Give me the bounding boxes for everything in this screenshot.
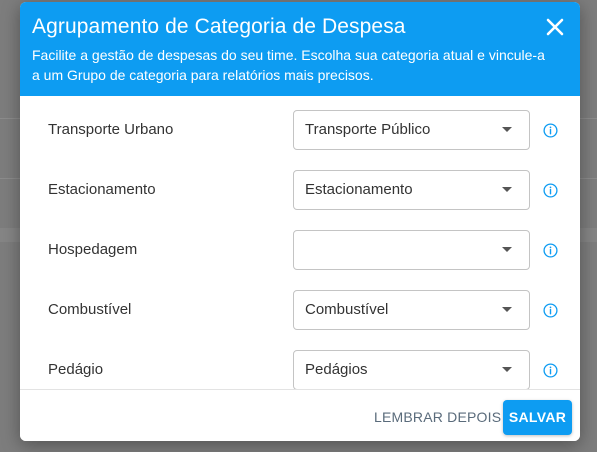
close-icon[interactable] [544,16,566,38]
category-row: Combustível Combustível [20,290,580,350]
select-value: Estacionamento [305,181,413,198]
chevron-down-icon [502,187,512,192]
modal-footer: LEMBRAR DEPOIS SALVAR [20,389,580,441]
save-button[interactable]: SALVAR [503,400,572,435]
info-icon[interactable] [543,363,558,378]
category-row: Transporte Urbano Transporte Público [20,110,580,170]
category-group-select[interactable] [293,230,530,270]
chevron-down-icon [502,307,512,312]
modal-subtitle: Facilite a gestão de despesas do seu tim… [32,47,545,83]
category-group-select[interactable]: Combustível [293,290,530,330]
select-value: Transporte Público [305,121,431,138]
category-row: Hospedagem [20,230,580,290]
chevron-down-icon [502,367,512,372]
category-group-select[interactable]: Pedágios [293,350,530,389]
category-label: Pedágio [48,361,104,378]
category-label: Estacionamento [48,181,156,198]
category-row: Estacionamento Estacionamento [20,170,580,230]
category-group-select[interactable]: Transporte Público [293,110,530,150]
info-icon[interactable] [543,303,558,318]
category-grouping-modal: Agrupamento de Categoria de Despesa Faci… [20,2,580,441]
info-icon[interactable] [543,243,558,258]
modal-title: Agrupamento de Categoria de Despesa [32,15,406,38]
category-group-select[interactable]: Estacionamento [293,170,530,210]
chevron-down-icon [502,127,512,132]
category-label: Transporte Urbano [48,121,174,138]
info-icon[interactable] [543,183,558,198]
category-label: Hospedagem [48,241,138,258]
info-icon[interactable] [543,123,558,138]
category-row: Pedágio Pedágios [20,350,580,389]
select-value: Combustível [305,301,389,318]
remind-later-button[interactable]: LEMBRAR DEPOIS [368,402,507,432]
modal-body: Transporte Urbano Transporte Público Est… [20,96,580,389]
modal-header: Agrupamento de Categoria de Despesa Faci… [20,2,580,96]
category-label: Combustível [48,301,132,318]
select-value: Pedágios [305,361,368,378]
chevron-down-icon [502,247,512,252]
